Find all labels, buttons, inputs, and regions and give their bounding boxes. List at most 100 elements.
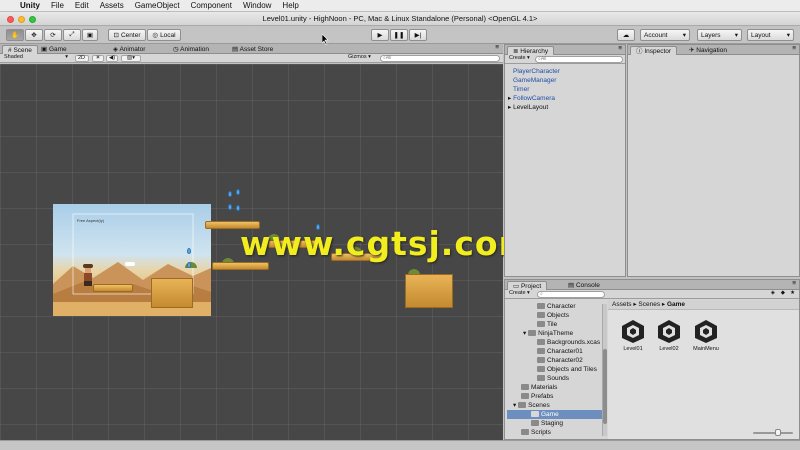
hierarchy-item-foldout[interactable]: ▸ FollowCamera [508, 94, 625, 103]
crate-block[interactable] [405, 274, 453, 308]
lighting-toggle[interactable]: ☀ [92, 55, 104, 62]
asset-tile[interactable]: MainMenu [690, 318, 722, 352]
hierarchy-create-dropdown[interactable]: Create ▾ [507, 55, 533, 63]
folder-item[interactable]: Objects and Tiles [507, 365, 605, 374]
player-character[interactable] [83, 264, 93, 286]
tab-project[interactable]: ▭ Project [507, 281, 548, 290]
asset-tile[interactable]: Level01 [618, 318, 648, 352]
folder-item[interactable]: ▾ Scenes [507, 401, 605, 410]
asset-tile[interactable]: Level02 [654, 318, 684, 352]
folder-item[interactable]: Sounds [507, 374, 605, 383]
main-toolbar: ✋ ✥ ⟳ ⤢ ▣ ⊡ Center ◎ Local ▶ ❚❚ ▶| ☁ Accou… [0, 27, 800, 44]
pivot-center-toggle[interactable]: ⊡ Center [108, 29, 146, 41]
shading-mode-dropdown[interactable]: Shaded ▾ [2, 54, 70, 62]
layers-dropdown[interactable]: Layers ▾ [697, 29, 742, 41]
folder-icon [537, 357, 545, 363]
tab-animation[interactable]: ◷ Animation [168, 45, 214, 54]
project-search-input[interactable]: ⌕ [537, 291, 605, 298]
tab-hierarchy[interactable]: ≣ Hierarchy [507, 46, 555, 55]
menu-window[interactable]: Window [243, 1, 271, 10]
platform[interactable] [212, 262, 269, 270]
breadcrumb-item[interactable]: Assets [612, 301, 632, 308]
game-view-label: Free Aspect(ty) [77, 218, 105, 223]
project-panel: ▭ Project ▤ Console ≡ Create ▾ ⌕ ◈ ◆ ★ C… [504, 279, 800, 440]
play-button[interactable]: ▶ [371, 29, 389, 41]
crate-block[interactable] [151, 278, 193, 308]
rotate-tool-button[interactable]: ⟳ [44, 29, 62, 41]
folder-item[interactable]: Objects [507, 311, 605, 320]
breadcrumb-item-current[interactable]: Game [667, 301, 685, 308]
panel-menu-icon[interactable]: ≡ [618, 45, 622, 52]
hand-tool-button[interactable]: ✋ [6, 29, 24, 41]
close-window-button[interactable] [7, 16, 14, 23]
folder-item[interactable]: ▾ NinjaTheme [507, 329, 605, 338]
menu-help[interactable]: Help [282, 1, 298, 10]
scene-search-input[interactable]: ⌕All [380, 55, 500, 62]
pause-button[interactable]: ❚❚ [390, 29, 408, 41]
panel-menu-icon[interactable]: ≡ [792, 280, 796, 287]
folder-item[interactable]: Prefabs [507, 392, 605, 401]
hierarchy-item[interactable]: Timer [508, 85, 625, 94]
panel-menu-icon[interactable]: ≡ [792, 45, 796, 52]
hierarchy-control-bar: Create ▾ ⌕All [505, 55, 625, 64]
icon-size-slider[interactable] [753, 429, 793, 436]
hierarchy-tree: PlayerCharacter GameManager Timer ▸ Foll… [505, 64, 625, 112]
space-local-toggle[interactable]: ◎ Local [147, 29, 181, 41]
menu-assets[interactable]: Assets [100, 1, 124, 10]
filter-type-icon[interactable]: ◈ [771, 290, 775, 296]
gizmos-dropdown[interactable]: Gizmos ▾ [346, 54, 378, 62]
tab-console[interactable]: ▤ Console [563, 281, 605, 290]
dropdown-arrow-icon: ▾ [734, 32, 738, 39]
rect-tool-button[interactable]: ▣ [82, 29, 98, 41]
minimize-window-button[interactable] [18, 16, 25, 23]
folder-item-selected[interactable]: Game [507, 410, 605, 419]
zoom-window-button[interactable] [29, 16, 36, 23]
layout-dropdown[interactable]: Layout ▾ [747, 29, 794, 41]
unity-scene-icon [695, 320, 717, 343]
menu-gameobject[interactable]: GameObject [135, 1, 180, 10]
tab-animator[interactable]: ◈ Animator [108, 45, 150, 54]
audio-toggle[interactable]: ◀) [106, 55, 118, 62]
folder-item[interactable]: Character02 [507, 356, 605, 365]
hierarchy-item[interactable]: GameManager [508, 76, 625, 85]
scale-tool-button[interactable]: ⤢ [63, 29, 81, 41]
folder-item[interactable]: Character [507, 302, 605, 311]
tab-navigation[interactable]: ✈ Navigation [684, 46, 732, 55]
folder-item[interactable]: Backgrounds.xcas [507, 338, 605, 347]
step-button[interactable]: ▶| [409, 29, 427, 41]
tab-game[interactable]: ▣ Game [36, 45, 72, 54]
hierarchy-item[interactable]: PlayerCharacter [508, 67, 625, 76]
account-dropdown[interactable]: Account ▾ [640, 29, 690, 41]
effects-dropdown[interactable]: ▨▾ [121, 55, 141, 62]
watermark-text: www.cgtsj.com [240, 224, 534, 263]
tree-scrollbar-thumb[interactable] [603, 349, 607, 424]
folder-item[interactable]: Tile [507, 320, 605, 329]
project-create-dropdown[interactable]: Create ▾ [507, 290, 533, 298]
hierarchy-item-foldout[interactable]: ▸ LevelLayout [508, 103, 625, 112]
filter-label-icon[interactable]: ◆ [781, 290, 785, 296]
folder-icon [537, 339, 545, 345]
app-menu[interactable]: Unity [20, 1, 40, 10]
cloud-button[interactable]: ☁ [617, 29, 635, 41]
menu-file[interactable]: File [51, 1, 64, 10]
tab-inspector[interactable]: ⓘ Inspector [630, 46, 678, 55]
tab-asset-store[interactable]: ▤ Asset Store [227, 45, 278, 54]
menu-component[interactable]: Component [191, 1, 232, 10]
folder-item[interactable]: Character01 [507, 347, 605, 356]
menu-edit[interactable]: Edit [75, 1, 89, 10]
folder-icon [537, 303, 545, 309]
favorite-icon[interactable]: ★ [790, 290, 795, 296]
tab-scene[interactable]: # Scene [2, 45, 38, 54]
scene-viewport[interactable]: Free Aspect(ty) www.cgtsj.com [0, 64, 533, 440]
hierarchy-search-input[interactable]: ⌕All [535, 56, 623, 63]
folder-item[interactable]: Scripts [507, 428, 605, 437]
panel-menu-icon[interactable]: ≡ [495, 44, 499, 51]
slider-thumb[interactable] [775, 429, 781, 436]
folder-item[interactable]: Materials [507, 383, 605, 392]
tree-scrollbar[interactable] [602, 304, 607, 436]
toggle-2d-button[interactable]: 2D [75, 55, 89, 62]
breadcrumb-item[interactable]: Scenes [638, 301, 660, 308]
move-tool-button[interactable]: ✥ [25, 29, 43, 41]
folder-item[interactable]: Staging [507, 419, 605, 428]
ground-platform[interactable] [93, 284, 133, 292]
